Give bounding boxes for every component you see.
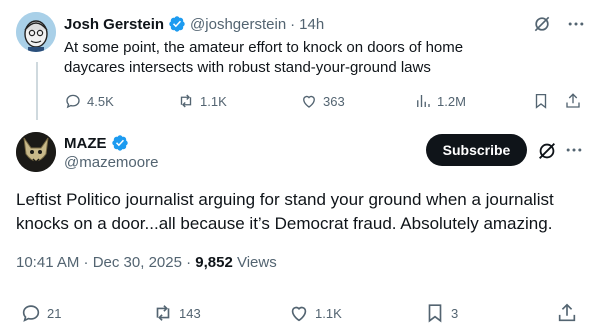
- parent-tweet-header: Josh Gerstein @joshgerstein · 14h: [64, 15, 324, 33]
- grok-icon[interactable]: [536, 140, 558, 162]
- bookmark-button[interactable]: 3: [424, 302, 458, 324]
- repost-count: 143: [179, 305, 201, 321]
- views-chart-icon: [417, 95, 430, 107]
- main-author-row: MAZE: [64, 134, 133, 152]
- author-name[interactable]: MAZE: [64, 135, 107, 152]
- avatar[interactable]: [16, 132, 56, 172]
- repost-icon: [180, 94, 192, 108]
- heart-icon: [291, 306, 307, 322]
- author-handle[interactable]: @mazemoore: [64, 154, 158, 171]
- repost-button[interactable]: 1.1K: [177, 92, 227, 110]
- share-button[interactable]: [564, 92, 582, 110]
- more-options-icon[interactable]: [564, 140, 584, 160]
- author-name[interactable]: Josh Gerstein: [64, 16, 164, 33]
- like-count: 363: [323, 93, 345, 109]
- heart-icon: [303, 95, 315, 108]
- verified-badge-icon: [169, 16, 185, 32]
- parent-tweet-menu: [532, 14, 586, 34]
- reply-count: 4.5K: [87, 93, 114, 109]
- subscribe-button[interactable]: Subscribe: [426, 134, 527, 166]
- share-icon: [566, 93, 580, 108]
- bookmark-icon: [535, 93, 547, 109]
- like-count: 1.1K: [315, 305, 342, 321]
- share-button[interactable]: [556, 302, 578, 324]
- more-options-icon[interactable]: [566, 14, 586, 34]
- parent-action-bar: 4.5K 1.1K 363 1.2M: [64, 92, 586, 112]
- views-count: 1.2M: [437, 93, 466, 109]
- parent-tweet[interactable]: Josh Gerstein @joshgerstein · 14h At som…: [16, 12, 586, 122]
- like-button[interactable]: 363: [300, 92, 345, 110]
- views-label: Views: [232, 254, 277, 271]
- main-tweet[interactable]: MAZE @mazemoore Subscribe Leftist Politi…: [16, 130, 586, 330]
- reply-button[interactable]: 21: [20, 302, 61, 324]
- reply-icon: [66, 94, 80, 109]
- like-button[interactable]: 1.1K: [288, 302, 342, 324]
- verified-badge-icon: [111, 135, 128, 151]
- repost-count: 1.1K: [200, 93, 227, 109]
- reply-button[interactable]: 4.5K: [64, 92, 114, 110]
- repost-button[interactable]: 143: [152, 302, 201, 324]
- reply-icon: [22, 305, 40, 322]
- bookmark-count: 3: [451, 305, 459, 321]
- reply-count: 21: [47, 305, 62, 321]
- avatar[interactable]: [16, 12, 56, 52]
- repost-icon: [156, 305, 170, 321]
- post-meta: 10:41 AM · Dec 30, 2025 · 9,852 Views: [16, 254, 277, 271]
- separator-dot: ·: [290, 15, 296, 33]
- bookmark-icon: [428, 304, 442, 323]
- share-icon: [558, 303, 576, 322]
- post-timestamp[interactable]: 10:41 AM · Dec 30, 2025 ·: [16, 254, 195, 271]
- author-handle[interactable]: @joshgerstein: [190, 16, 286, 33]
- grok-icon[interactable]: [532, 14, 552, 34]
- views-count: 9,852: [195, 254, 233, 271]
- post-text: At some point, the amateur effort to kno…: [64, 39, 464, 76]
- post-time[interactable]: 14h: [299, 16, 324, 33]
- bookmark-button[interactable]: [532, 92, 550, 110]
- post-text: Leftist Politico journalist arguing for …: [16, 190, 554, 233]
- views-button[interactable]: 1.2M: [414, 92, 466, 110]
- main-action-bar: 21 143 1.1K 3: [16, 302, 586, 326]
